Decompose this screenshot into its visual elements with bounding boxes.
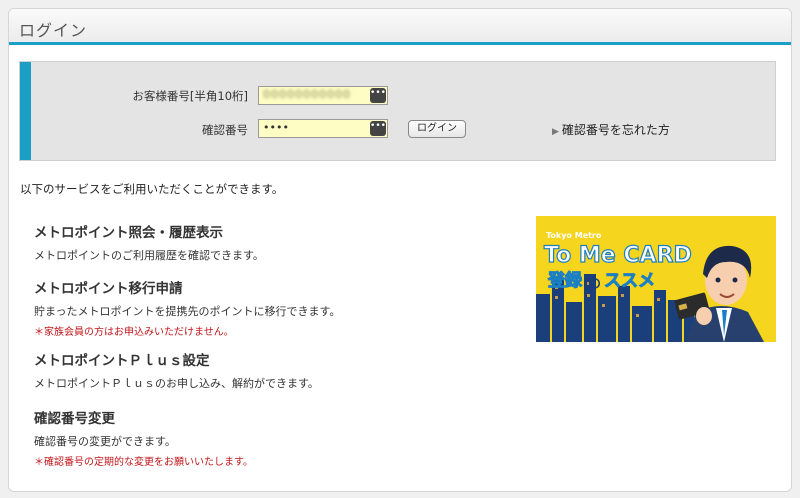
service-title[interactable]: メトロポイント移行申請 xyxy=(34,277,340,297)
login-form: お客様番号[半角10桁] 00000000000 ••• 確認番号 •••• •… xyxy=(19,61,776,161)
customer-id-label: お客様番号[半角10桁] xyxy=(132,89,248,103)
forgot-pin-label: 確認番号を忘れた方 xyxy=(561,123,670,137)
ellipsis-icon[interactable]: ••• xyxy=(370,121,386,136)
service-title[interactable]: メトロポイント照会・履歴表示 xyxy=(34,221,264,241)
service-item-point-transfer: メトロポイント移行申請 貯まったメトロポイントを提携先のポイントに移行できます。… xyxy=(34,277,340,338)
service-description: メトロポイントのご利用履歴を確認できます。 xyxy=(34,249,264,262)
pin-field[interactable]: •••• ••• xyxy=(258,119,388,138)
service-note: ＊家族会員の方はお申込みいただけません。 xyxy=(34,327,234,338)
panel-header: ログイン xyxy=(9,9,791,45)
tome-card-banner[interactable]: Tokyo Metro To Me CARD 登録 の ススメ xyxy=(536,216,776,342)
service-title[interactable]: 確認番号変更 xyxy=(34,407,253,427)
page-title: ログイン xyxy=(19,21,88,40)
banner-brand: Tokyo Metro xyxy=(546,231,602,240)
service-description: メトロポイントＰｌｕｓのお申し込み、解約ができます。 xyxy=(34,377,319,390)
service-title[interactable]: メトロポイントＰｌｕｓ設定 xyxy=(34,349,319,369)
service-item-point-plus: メトロポイントＰｌｕｓ設定 メトロポイントＰｌｕｓのお申し込み、解約ができます。 xyxy=(34,349,319,391)
pin-value: •••• xyxy=(263,121,289,134)
triangle-right-icon: ▶ xyxy=(552,127,559,137)
customer-id-value: 00000000000 xyxy=(263,88,351,101)
banner-headline: To Me CARD xyxy=(544,243,692,268)
service-note: ＊確認番号の定期的な変更をお願いいたします。 xyxy=(34,457,253,468)
forgot-pin-link[interactable]: ▶ 確認番号を忘れた方 xyxy=(552,121,670,138)
service-description: 確認番号の変更ができます。 xyxy=(34,435,176,448)
banner-subline-b: の xyxy=(588,277,601,292)
banner-artwork: Tokyo Metro To Me CARD 登録 の ススメ xyxy=(536,216,776,342)
service-description: 貯まったメトロポイントを提携先のポイントに移行できます。 xyxy=(34,305,341,318)
pin-label: 確認番号 xyxy=(202,123,248,137)
service-item-point-history: メトロポイント照会・履歴表示 メトロポイントのご利用履歴を確認できます。 xyxy=(34,221,264,263)
customer-id-field[interactable]: 00000000000 ••• xyxy=(258,86,388,105)
login-panel: ログイン お客様番号[半角10桁] 00000000000 ••• 確認番号 •… xyxy=(8,8,792,492)
login-form-accent xyxy=(20,62,31,160)
service-item-pin-change: 確認番号変更 確認番号の変更ができます。 ＊確認番号の定期的な変更をお願いいたし… xyxy=(34,407,253,468)
banner-subline-a: 登録 xyxy=(547,270,583,291)
ellipsis-icon[interactable]: ••• xyxy=(370,88,386,103)
login-button[interactable]: ログイン xyxy=(408,120,466,138)
banner-subline-c: ススメ xyxy=(604,271,655,291)
services-intro: 以下のサービスをご利用いただくことができます。 xyxy=(20,182,284,196)
